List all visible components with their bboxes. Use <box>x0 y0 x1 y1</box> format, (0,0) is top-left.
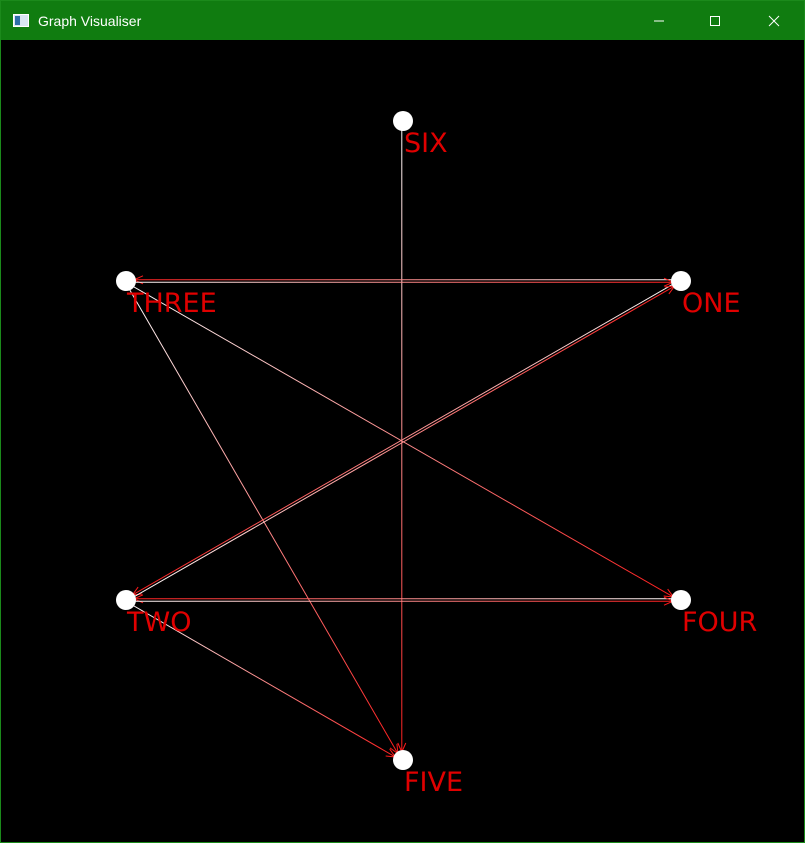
edge-three-to-five <box>124 281 403 761</box>
node-label-five: FIVE <box>404 767 463 798</box>
maximize-button[interactable] <box>687 1 743 40</box>
graph-drawing: SIX THREE ONE TWO FOUR FIVE <box>116 111 757 798</box>
close-button[interactable] <box>746 1 802 40</box>
maximize-icon <box>710 15 720 26</box>
node-label-one: ONE <box>682 288 741 319</box>
graph-visualiser-window: Graph Visualiser SIX THREE ONE TWO FOUR F <box>0 0 805 843</box>
edge-two-to-one <box>126 281 682 602</box>
app-window-icon <box>13 14 29 27</box>
node-label-six: SIX <box>404 128 448 159</box>
edges-layer <box>124 121 682 762</box>
nodes-layer <box>116 111 691 770</box>
edge-three-to-four <box>125 281 681 602</box>
edge-one-to-two <box>125 279 681 600</box>
title-bar[interactable]: Graph Visualiser <box>1 1 804 40</box>
node-label-three: THREE <box>126 288 217 319</box>
node-label-two: TWO <box>126 607 191 638</box>
labels-layer: SIX THREE ONE TWO FOUR FIVE <box>126 128 757 798</box>
minimize-button[interactable] <box>631 1 687 40</box>
window-title: Graph Visualiser <box>38 13 142 29</box>
close-icon <box>768 15 780 26</box>
minimize-icon <box>654 20 664 21</box>
node-label-four: FOUR <box>682 607 757 638</box>
graph-canvas[interactable]: SIX THREE ONE TWO FOUR FIVE <box>1 40 804 842</box>
